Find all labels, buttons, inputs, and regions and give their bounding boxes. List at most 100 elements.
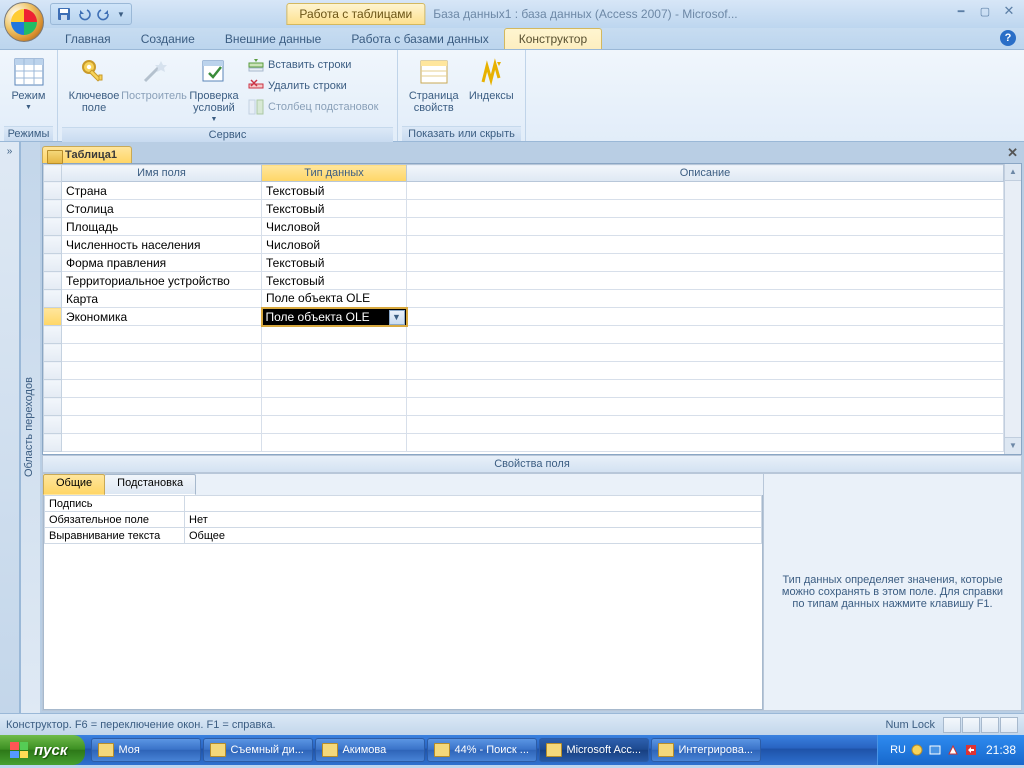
description-cell[interactable] xyxy=(407,416,1004,434)
field-name-cell[interactable] xyxy=(62,362,262,380)
col-data-type[interactable]: Тип данных xyxy=(262,165,407,182)
nav-pane-label[interactable]: Область переходов xyxy=(20,142,40,713)
row-selector[interactable] xyxy=(44,362,62,380)
description-cell[interactable] xyxy=(407,218,1004,236)
data-type-cell[interactable] xyxy=(262,434,407,452)
property-grid[interactable]: ПодписьОбязательное полеНетВыравнивание … xyxy=(43,495,763,710)
taskbar-item[interactable]: Интегрирова... xyxy=(651,738,761,762)
description-cell[interactable] xyxy=(407,290,1004,308)
clock[interactable]: 21:38 xyxy=(986,743,1016,757)
view-button[interactable]: Режим ▼ xyxy=(8,54,49,113)
save-icon[interactable] xyxy=(57,7,71,21)
insert-rows-button[interactable]: Вставить строки xyxy=(246,56,380,74)
close-tab-icon[interactable]: ✕ xyxy=(1007,145,1018,161)
field-name-cell[interactable] xyxy=(62,416,262,434)
prop-value[interactable] xyxy=(185,496,762,512)
select-all[interactable] xyxy=(44,165,62,182)
data-type-cell[interactable]: Числовой xyxy=(262,218,407,236)
description-cell[interactable] xyxy=(407,254,1004,272)
office-button[interactable] xyxy=(4,2,44,42)
field-name-cell[interactable] xyxy=(62,434,262,452)
description-cell[interactable] xyxy=(407,200,1004,218)
prop-value[interactable]: Общее xyxy=(185,528,762,544)
close-button[interactable]: ✕ xyxy=(1000,4,1018,18)
field-name-cell[interactable]: Столица xyxy=(62,200,262,218)
col-description[interactable]: Описание xyxy=(407,165,1004,182)
field-name-cell[interactable] xyxy=(62,344,262,362)
data-type-cell[interactable]: Текстовый xyxy=(262,272,407,290)
row-selector[interactable] xyxy=(44,182,62,200)
nav-pane-toggle[interactable]: » xyxy=(0,142,20,713)
row-selector[interactable] xyxy=(44,290,62,308)
lookup-column-button[interactable]: Столбец подстановок xyxy=(246,98,380,116)
row-selector[interactable] xyxy=(44,344,62,362)
tray-icon[interactable] xyxy=(928,743,942,757)
row-selector[interactable] xyxy=(44,236,62,254)
view-pivot-button[interactable] xyxy=(981,717,999,733)
qat-dropdown-icon[interactable]: ▼ xyxy=(117,10,125,19)
tab-create[interactable]: Создание xyxy=(126,28,210,49)
description-cell[interactable] xyxy=(407,398,1004,416)
data-type-cell[interactable] xyxy=(262,398,407,416)
minimize-button[interactable]: ━ xyxy=(952,4,970,18)
field-name-cell[interactable]: Экономика xyxy=(62,308,262,326)
col-field-name[interactable]: Имя поля xyxy=(62,165,262,182)
field-name-cell[interactable]: Площадь xyxy=(62,218,262,236)
taskbar-item[interactable]: Съемный ди... xyxy=(203,738,313,762)
data-type-cell[interactable]: Текстовый xyxy=(262,254,407,272)
data-type-cell[interactable] xyxy=(262,380,407,398)
field-name-cell[interactable]: Территориальное устройство xyxy=(62,272,262,290)
description-cell[interactable] xyxy=(407,308,1004,326)
taskbar-item[interactable]: Моя xyxy=(91,738,201,762)
field-name-cell[interactable] xyxy=(62,380,262,398)
view-datasheet-button[interactable] xyxy=(962,717,980,733)
tray-icon[interactable] xyxy=(946,743,960,757)
tab-design[interactable]: Конструктор xyxy=(504,28,602,49)
data-type-cell[interactable]: Поле объекта OLE▼ xyxy=(262,308,407,326)
builder-button[interactable]: Построитель xyxy=(126,54,182,104)
description-cell[interactable] xyxy=(407,380,1004,398)
undo-icon[interactable] xyxy=(77,7,91,21)
view-design-button[interactable] xyxy=(943,717,961,733)
field-name-cell[interactable]: Страна xyxy=(62,182,262,200)
description-cell[interactable] xyxy=(407,326,1004,344)
field-name-cell[interactable]: Форма правления xyxy=(62,254,262,272)
vertical-scrollbar[interactable] xyxy=(1004,164,1021,454)
description-cell[interactable] xyxy=(407,272,1004,290)
data-type-cell[interactable]: Текстовый xyxy=(262,200,407,218)
prop-value[interactable]: Нет xyxy=(185,512,762,528)
tab-external-data[interactable]: Внешние данные xyxy=(210,28,337,49)
field-name-cell[interactable] xyxy=(62,326,262,344)
delete-rows-button[interactable]: Удалить строки xyxy=(246,77,380,95)
taskbar-item[interactable]: 44% - Поиск ... xyxy=(427,738,537,762)
description-cell[interactable] xyxy=(407,182,1004,200)
start-button[interactable]: пуск xyxy=(0,735,85,765)
field-name-cell[interactable] xyxy=(62,398,262,416)
field-name-cell[interactable]: Карта xyxy=(62,290,262,308)
table-tab[interactable]: Таблица1 xyxy=(42,146,132,163)
tray-icon[interactable] xyxy=(910,743,924,757)
row-selector[interactable] xyxy=(44,416,62,434)
description-cell[interactable] xyxy=(407,344,1004,362)
data-type-cell[interactable]: Числовой xyxy=(262,236,407,254)
indexes-button[interactable]: Индексы xyxy=(465,54,517,104)
description-cell[interactable] xyxy=(407,434,1004,452)
language-indicator[interactable]: RU xyxy=(890,744,906,756)
dropdown-icon[interactable]: ▼ xyxy=(389,310,405,325)
data-type-cell[interactable] xyxy=(262,416,407,434)
row-selector[interactable] xyxy=(44,326,62,344)
primary-key-button[interactable]: Ключевое поле xyxy=(66,54,122,116)
view-chart-button[interactable] xyxy=(1000,717,1018,733)
row-selector[interactable] xyxy=(44,398,62,416)
row-selector[interactable] xyxy=(44,380,62,398)
data-type-cell[interactable] xyxy=(262,362,407,380)
row-selector[interactable] xyxy=(44,434,62,452)
description-cell[interactable] xyxy=(407,362,1004,380)
tray-icon[interactable] xyxy=(964,743,978,757)
tab-db-tools[interactable]: Работа с базами данных xyxy=(336,28,503,49)
row-selector[interactable] xyxy=(44,254,62,272)
help-icon[interactable]: ? xyxy=(1000,30,1016,46)
row-selector[interactable] xyxy=(44,218,62,236)
field-name-cell[interactable]: Численность населения xyxy=(62,236,262,254)
restore-button[interactable]: ▢ xyxy=(976,4,994,18)
